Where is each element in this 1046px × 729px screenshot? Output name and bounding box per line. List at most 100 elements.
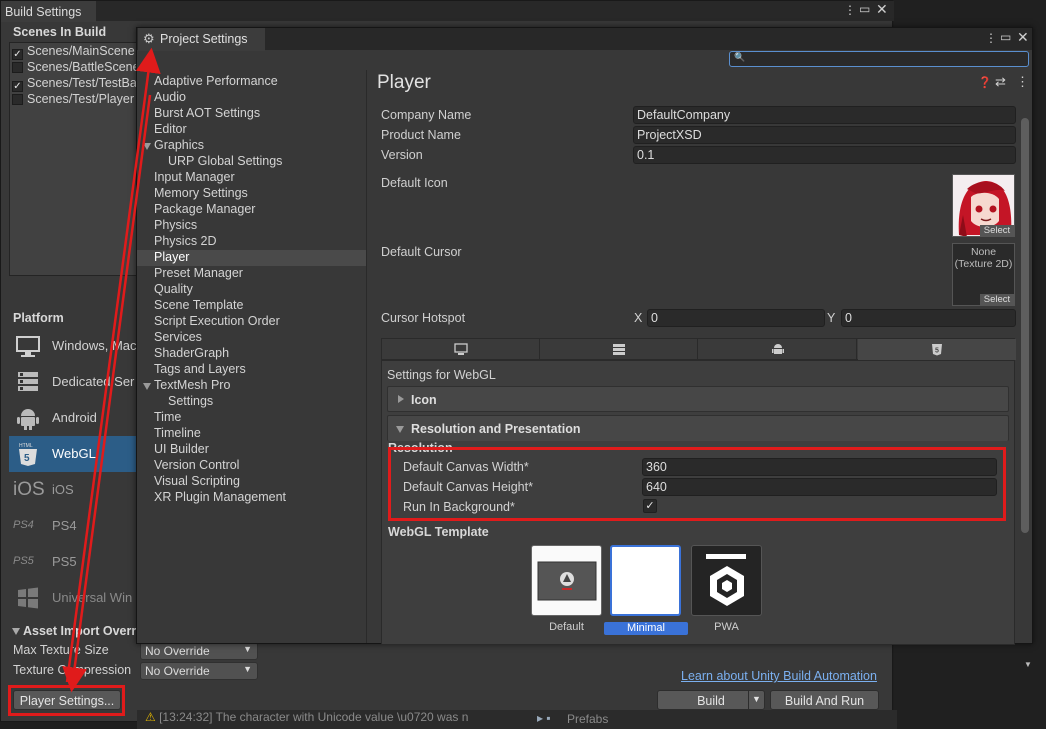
select-button[interactable]: Select: [980, 294, 1014, 305]
nav-item-input-manager[interactable]: Input Manager: [154, 170, 235, 186]
resolution-foldout[interactable]: Resolution and Presentation: [387, 415, 1009, 441]
default-cursor-label: Default Cursor: [381, 245, 462, 259]
nav-item-textmesh-settings[interactable]: Settings: [168, 394, 213, 410]
tab-webgl[interactable]: 5: [858, 339, 1016, 360]
nav-item-urp-global-settings[interactable]: URP Global Settings: [168, 154, 282, 170]
scene-checkbox[interactable]: [12, 62, 23, 73]
template-minimal[interactable]: [610, 545, 681, 616]
scene-row[interactable]: ✓ Scenes/Test/TestBa: [12, 76, 137, 92]
nav-item-quality[interactable]: Quality: [154, 282, 193, 298]
scenes-list[interactable]: ✓ Scenes/MainScene Scenes/BattleScene ✓ Sc…: [9, 42, 139, 276]
build-settings-tab[interactable]: Build Settings: [1, 1, 96, 22]
platform-ps5[interactable]: PS5 PS5: [9, 544, 139, 580]
default-icon-field[interactable]: Select: [952, 174, 1015, 237]
nav-item-scene-template[interactable]: Scene Template: [154, 298, 243, 314]
nav-item-tags-and-layers[interactable]: Tags and Layers: [154, 362, 246, 378]
scroll-down-icon[interactable]: ▼: [1024, 660, 1032, 669]
icon-foldout[interactable]: Icon: [387, 386, 1009, 412]
project-settings-tab[interactable]: ⚙ Project Settings: [138, 28, 265, 51]
scene-checkbox[interactable]: [12, 94, 23, 105]
nav-item-physics[interactable]: Physics: [154, 218, 197, 234]
nav-item-timeline[interactable]: Timeline: [154, 426, 201, 442]
settings-search-input[interactable]: 🔍: [729, 51, 1029, 67]
close-icon[interactable]: ✕: [876, 1, 888, 18]
platform-android[interactable]: Android: [9, 400, 139, 436]
scene-checkbox[interactable]: ✓: [12, 81, 23, 92]
company-name-input[interactable]: DefaultCompany: [633, 106, 1016, 124]
project-folder-label[interactable]: Prefabs: [567, 712, 608, 726]
help-icon[interactable]: ❓: [978, 76, 992, 89]
scene-row[interactable]: Scenes/Test/Player: [12, 92, 134, 108]
more-menu-icon[interactable]: ⋮: [985, 31, 997, 45]
nav-item-time[interactable]: Time: [154, 410, 181, 426]
nav-item-memory-settings[interactable]: Memory Settings: [154, 186, 248, 202]
scene-checkbox[interactable]: ✓: [12, 49, 23, 60]
company-name-label: Company Name: [381, 108, 472, 122]
texture-compression-dropdown[interactable]: No Override ▼: [140, 662, 258, 680]
template-pwa[interactable]: [691, 545, 762, 616]
hotspot-x-input[interactable]: 0: [647, 309, 825, 327]
html5-icon: HTML 5: [19, 443, 37, 466]
platform-ps4[interactable]: PS4 PS4: [9, 508, 139, 544]
platform-label: Android: [52, 410, 97, 425]
tab-standalone[interactable]: [382, 339, 540, 360]
scrollbar[interactable]: [1021, 118, 1029, 533]
platform-webgl[interactable]: HTML 5 WebGL: [9, 436, 139, 472]
nav-item-xr-plugin-management[interactable]: XR Plugin Management: [154, 490, 286, 506]
nav-item-ui-builder[interactable]: UI Builder: [154, 442, 209, 458]
project-settings-tab-label: Project Settings: [160, 32, 248, 46]
tab-android[interactable]: [699, 339, 857, 360]
platform-dedicated-server[interactable]: Dedicated Ser: [9, 364, 139, 400]
nav-item-version-control[interactable]: Version Control: [154, 458, 239, 474]
learn-build-automation-link[interactable]: Learn about Unity Build Automation: [681, 669, 877, 683]
template-default[interactable]: [531, 545, 602, 616]
scene-name: Scenes/Test/TestBa: [27, 76, 137, 90]
build-and-run-button[interactable]: Build And Run: [770, 690, 879, 710]
nav-item-services[interactable]: Services: [154, 330, 202, 346]
tab-dedicated-server[interactable]: [540, 339, 698, 360]
nav-item-script-execution-order[interactable]: Script Execution Order: [154, 314, 280, 330]
version-input[interactable]: 0.1: [633, 146, 1016, 164]
maximize-icon[interactable]: ▭: [859, 2, 870, 16]
scene-name: Scenes/BattleScene: [27, 60, 139, 74]
nav-item-player[interactable]: Player: [154, 250, 189, 266]
monitor-icon: [16, 336, 40, 357]
platform-windows[interactable]: Windows, Mac: [9, 328, 139, 364]
html5-icon: 5: [932, 344, 942, 356]
nav-item-graphics[interactable]: Graphics: [154, 138, 204, 154]
cursor-hotspot-label: Cursor Hotspot: [381, 311, 466, 325]
product-name-input[interactable]: ProjectXSD: [633, 126, 1016, 144]
platform-universal-windows[interactable]: Universal Win: [9, 580, 139, 616]
nav-item-preset-manager[interactable]: Preset Manager: [154, 266, 243, 282]
nav-item-editor[interactable]: Editor: [154, 122, 187, 138]
platform-ios[interactable]: iOS iOS: [9, 472, 139, 508]
default-cursor-field[interactable]: None (Texture 2D) Select: [952, 243, 1015, 306]
texture-compression-label: Texture Compression: [13, 663, 132, 677]
nav-item-audio[interactable]: Audio: [154, 90, 186, 106]
maximize-icon[interactable]: ▭: [1000, 30, 1011, 44]
asset-import-overrides-title[interactable]: Asset Import Overri: [23, 624, 140, 638]
nav-item-shadergraph[interactable]: ShaderGraph: [154, 346, 229, 362]
preset-icon[interactable]: ⇄: [995, 74, 1006, 90]
build-button[interactable]: Build ▼: [657, 690, 765, 710]
expand-arrow-icon[interactable]: [143, 383, 151, 390]
max-texture-size-dropdown[interactable]: No Override ▼: [140, 642, 258, 660]
nav-item-physics-2d[interactable]: Physics 2D: [154, 234, 217, 250]
chevron-down-icon[interactable]: ▼: [748, 691, 764, 709]
nav-item-textmesh-pro[interactable]: TextMesh Pro: [154, 378, 230, 394]
expand-arrow-icon[interactable]: [143, 143, 151, 150]
nav-item-burst-aot[interactable]: Burst AOT Settings: [154, 106, 260, 122]
select-button[interactable]: Select: [980, 225, 1014, 236]
nav-item-visual-scripting[interactable]: Visual Scripting: [154, 474, 240, 490]
hotspot-y-input[interactable]: 0: [841, 309, 1016, 327]
nav-item-package-manager[interactable]: Package Manager: [154, 202, 255, 218]
scene-row[interactable]: Scenes/BattleScene: [12, 60, 139, 76]
more-menu-icon[interactable]: ⋮: [844, 3, 856, 17]
close-icon[interactable]: ✕: [1017, 29, 1029, 46]
product-name-label: Product Name: [381, 128, 461, 142]
scene-row[interactable]: ✓ Scenes/MainScene: [12, 44, 135, 60]
nav-item-adaptive-performance[interactable]: Adaptive Performance: [154, 74, 278, 90]
more-menu-icon[interactable]: ⋮: [1016, 74, 1029, 90]
scene-name: Scenes/MainScene: [27, 44, 135, 58]
asset-import-foldout-icon[interactable]: [12, 628, 20, 635]
